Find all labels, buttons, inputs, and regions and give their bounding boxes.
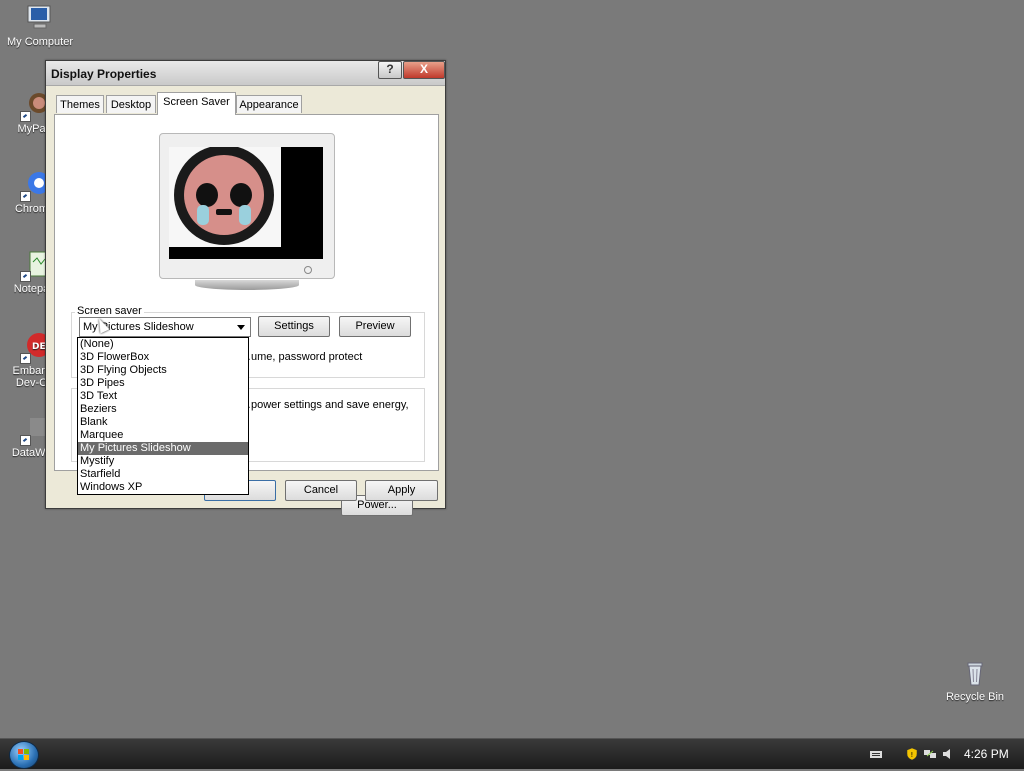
shortcut-arrow-icon — [20, 111, 31, 122]
start-button[interactable] — [9, 741, 39, 769]
close-button[interactable]: X — [403, 61, 445, 79]
shortcut-arrow-icon — [20, 353, 31, 364]
dropdown-option[interactable]: 3D Flying Objects — [78, 364, 248, 377]
dropdown-option-selected[interactable]: My Pictures Slideshow — [78, 442, 248, 455]
dropdown-option[interactable]: Mystify — [78, 455, 248, 468]
screen-saver-dropdown-list[interactable]: (None) 3D FlowerBox 3D Flying Objects 3D… — [77, 337, 249, 495]
settings-button[interactable]: Settings — [258, 316, 330, 337]
dropdown-option[interactable]: 3D FlowerBox — [78, 351, 248, 364]
dropdown-option[interactable]: Beziers — [78, 403, 248, 416]
preview-screen — [169, 143, 323, 259]
windows-logo-icon — [18, 749, 29, 760]
help-button[interactable]: ? — [378, 61, 402, 79]
monitor-stand — [195, 280, 299, 290]
monitor-preview — [159, 133, 335, 290]
tab-screen-saver[interactable]: Screen Saver — [157, 92, 236, 115]
svg-text:!: ! — [911, 751, 914, 759]
dropdown-option[interactable]: 3D Text — [78, 390, 248, 403]
crying-face-icon — [172, 143, 276, 247]
preview-button[interactable]: Preview — [339, 316, 411, 337]
security-shield-icon[interactable]: ! — [906, 747, 918, 761]
taskbar-clock[interactable]: 4:26 PM — [964, 747, 1009, 761]
recycle-bin-icon — [960, 658, 990, 688]
desktop-icon-recycle-bin[interactable]: Recycle Bin — [935, 658, 1015, 703]
desktop-icon-label: Recycle Bin — [945, 691, 1005, 703]
desktop-icon-label: My Computer — [6, 36, 74, 48]
apply-button[interactable]: Apply — [365, 480, 438, 501]
keyboard-icon[interactable] — [870, 748, 882, 760]
tab-themes[interactable]: Themes — [56, 95, 104, 113]
dropdown-option[interactable]: Starfield — [78, 468, 248, 481]
window-title: Display Properties — [51, 67, 157, 81]
shortcut-arrow-icon — [20, 435, 31, 446]
dropdown-option[interactable]: Blank — [78, 416, 248, 429]
screen-saver-group-label: Screen saver — [75, 305, 144, 317]
shortcut-arrow-icon — [20, 191, 31, 202]
computer-icon — [25, 3, 55, 33]
chevron-down-icon[interactable] — [237, 325, 245, 330]
title-bar[interactable]: Display Properties ? X — [46, 61, 445, 86]
network-icon[interactable] — [924, 748, 936, 760]
dropdown-option[interactable]: Windows XP — [78, 481, 248, 494]
desktop-icon-my-computer[interactable]: My Computer — [0, 3, 80, 48]
tab-appearance[interactable]: Appearance — [236, 95, 302, 113]
power-description-text: …power settings and save energy, — [240, 399, 409, 411]
dropdown-option[interactable]: 3D Pipes — [78, 377, 248, 390]
speaker-icon[interactable] — [942, 748, 954, 760]
cancel-button[interactable]: Cancel — [285, 480, 357, 501]
password-protect-text: …ume, password protect — [240, 351, 363, 363]
taskbar: ! 4:26 PM — [0, 738, 1024, 769]
monitor-power-led — [304, 266, 312, 274]
tab-desktop[interactable]: Desktop — [106, 95, 156, 113]
shortcut-arrow-icon — [20, 271, 31, 282]
slideshow-image — [169, 143, 281, 247]
svg-text:DE: DE — [32, 342, 46, 352]
dropdown-option[interactable]: (None) — [78, 338, 248, 351]
dropdown-option[interactable]: Marquee — [78, 429, 248, 442]
